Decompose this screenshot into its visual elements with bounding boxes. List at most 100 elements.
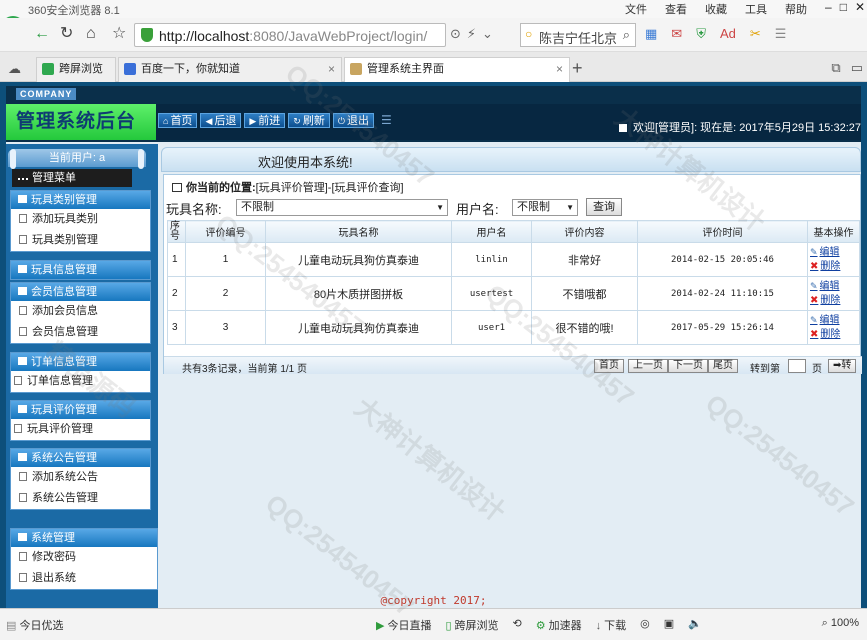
status-download[interactable]: ↓ 下载 (596, 617, 627, 633)
bookmark-star-icon[interactable]: ☆ (112, 25, 126, 43)
refresh-button[interactable]: ↻ 刷新 (288, 113, 330, 128)
group-title[interactable]: 玩具类别管理 (11, 191, 150, 209)
toy-name-select[interactable]: 不限制 ▼ (236, 199, 448, 216)
home-icon[interactable]: ⌂ (86, 25, 96, 43)
menu-tools[interactable]: 工具 (745, 1, 767, 17)
security-icon[interactable]: ⛨ (696, 26, 706, 42)
status-daily-pick[interactable]: ▤ 今日优选 (6, 617, 63, 633)
sidebar-item-add-toy-category[interactable]: 添加玩具类别 (11, 209, 150, 230)
doc-icon (19, 306, 27, 315)
welcome-status: 欢迎[管理员]: 现在是: 2017年5月29日 15:32:27 (618, 119, 861, 135)
delete-link[interactable]: ✖ 删除 (810, 260, 859, 274)
company-logo: COMPANY (16, 88, 77, 100)
group-announcement: 系统公告管理 添加系统公告 系统公告管理 (10, 448, 151, 510)
reload-icon[interactable]: ↻ (60, 25, 73, 43)
mail-icon[interactable]: ✉ (671, 26, 682, 42)
first-page-button[interactable]: 首页 (594, 359, 624, 373)
restore-tab-icon[interactable]: ⧉ (831, 60, 840, 76)
menu-favorites[interactable]: 收藏 (705, 1, 727, 17)
sidebar-item-add-announcement[interactable]: 添加系统公告 (11, 467, 150, 488)
cloud-icon[interactable]: ☁ (8, 61, 21, 77)
status-image-icon[interactable]: ▣ (664, 617, 674, 633)
status-history-icon[interactable]: ⟲ (513, 617, 522, 633)
status-globe-icon[interactable]: ◎ (640, 617, 650, 633)
speed-icon[interactable]: ⚡ (467, 26, 476, 42)
prev-page-button[interactable]: 上一页 (628, 359, 668, 373)
status-volume-icon[interactable]: 🔈 (688, 617, 702, 633)
translate-icon[interactable]: Ad (720, 26, 736, 42)
home-button[interactable]: ⌂ 首页 (158, 113, 198, 128)
compat-mode-icon[interactable]: ⊙ (450, 26, 461, 42)
menu-icon[interactable]: ☰ (775, 26, 787, 42)
tab-baidu[interactable]: 百度一下，你就知道 × (118, 57, 342, 82)
folder-icon (18, 533, 27, 541)
goto-button[interactable]: ➡转 (828, 359, 857, 373)
delete-x-icon: ✖ (810, 329, 819, 340)
forward-button[interactable]: ▶ 前进 (244, 113, 286, 128)
group-title[interactable]: 玩具评价管理 (11, 401, 150, 419)
group-title[interactable]: 系统公告管理 (11, 449, 150, 467)
query-button[interactable]: 查询 (586, 198, 622, 216)
status-accelerator[interactable]: ⚙ 加速器 (536, 617, 582, 633)
delete-link[interactable]: ✖ 删除 (810, 328, 859, 342)
status-cross-screen[interactable]: ▯ 跨屏浏览 (445, 617, 498, 633)
sidebar-item-manage-toy-category[interactable]: 玩具类别管理 (11, 230, 150, 251)
menu-view[interactable]: 查看 (665, 1, 687, 17)
zoom-level[interactable]: ⌕ 100% (822, 617, 859, 630)
delete-link[interactable]: ✖ 删除 (810, 294, 859, 308)
rocket-icon: ⚙ (535, 620, 546, 632)
sidebar-item-change-password[interactable]: 修改密码 (11, 547, 157, 568)
page-unit-label: 页 (812, 364, 822, 375)
edit-link[interactable]: ✎ 编辑 (810, 313, 859, 328)
sidebar-item-logout[interactable]: 退出系统 (11, 568, 157, 589)
close-window-icon[interactable]: ✕ (855, 0, 865, 14)
cell-user-name: usertest (451, 276, 532, 311)
user-name-select[interactable]: 不限制 ▼ (512, 199, 578, 216)
close-tab-icon[interactable]: × (556, 58, 563, 80)
sidebar-item-add-member[interactable]: 添加会员信息 (11, 301, 150, 322)
sidebar-item-manage-member[interactable]: 会员信息管理 (11, 322, 150, 343)
sidebar-item-manage-announcement[interactable]: 系统公告管理 (11, 488, 150, 509)
tab-admin-main[interactable]: 管理系统主界面 × (344, 57, 570, 82)
browser-address-bar: ← ↻ ⌂ ☆ http://localhost:8080/JavaWebPro… (0, 18, 867, 52)
browser-app-title: 360安全浏览器 8.1 (28, 5, 120, 17)
close-tab-icon[interactable]: × (328, 58, 335, 80)
back-button[interactable]: ◀ 后退 (200, 113, 242, 128)
pencil-icon: ✎ (810, 247, 818, 257)
logout-button[interactable]: ⏻ 退出 (332, 113, 374, 128)
cut-icon[interactable]: ✂ (750, 26, 761, 42)
tab-cross-screen[interactable]: 跨屏浏览 (36, 57, 116, 82)
doc-icon (19, 235, 27, 244)
sidebar-item-manage-order[interactable]: 订单信息管理 (11, 371, 150, 392)
cell-content: 不错哦都 (531, 276, 638, 311)
minimize-icon[interactable]: – (825, 0, 832, 14)
last-page-button[interactable]: 尾页 (708, 359, 738, 373)
current-user-bar: 当前用户: a (8, 149, 146, 169)
dropdown-arrow-icon: ▼ (566, 203, 574, 212)
search-icon[interactable]: ⌕ (623, 27, 630, 43)
apps-grid-icon[interactable]: ▦ (645, 26, 657, 42)
new-tab-icon[interactable]: + (572, 58, 583, 79)
url-input[interactable]: http://localhost:8080/JavaWebProject/log… (134, 23, 446, 47)
search-input[interactable]: ○ 陈吉宁任北京 ⌕ (520, 23, 636, 47)
goto-page-input[interactable] (788, 359, 806, 373)
sidebar-item-manage-review[interactable]: 玩具评价管理 (11, 419, 150, 440)
baidu-paw-icon (124, 63, 136, 75)
group-title[interactable]: 会员信息管理 (11, 283, 150, 301)
edit-link[interactable]: ✎ 编辑 (810, 279, 859, 294)
dropdown-chevron-icon[interactable]: ⌄ (482, 26, 493, 42)
menu-file[interactable]: 文件 (625, 1, 647, 17)
group-title[interactable]: 订单信息管理 (11, 353, 150, 371)
status-live[interactable]: ▶ 今日直播 (376, 617, 431, 633)
group-title[interactable]: 系统管理 (11, 529, 157, 547)
group-title[interactable]: 玩具信息管理 (11, 261, 150, 279)
menu-help[interactable]: 帮助 (785, 1, 807, 17)
maximize-icon[interactable]: □ (840, 0, 847, 14)
folder-icon (18, 357, 27, 365)
tab-list-icon[interactable]: ▭ (851, 60, 863, 76)
next-page-button[interactable]: 下一页 (668, 359, 708, 373)
cell-actions: ✎ 编辑 ✖ 删除 (807, 242, 860, 277)
back-icon[interactable]: ← (34, 25, 50, 43)
edit-link[interactable]: ✎ 编辑 (810, 245, 859, 260)
cell-review-id: 2 (185, 276, 266, 311)
